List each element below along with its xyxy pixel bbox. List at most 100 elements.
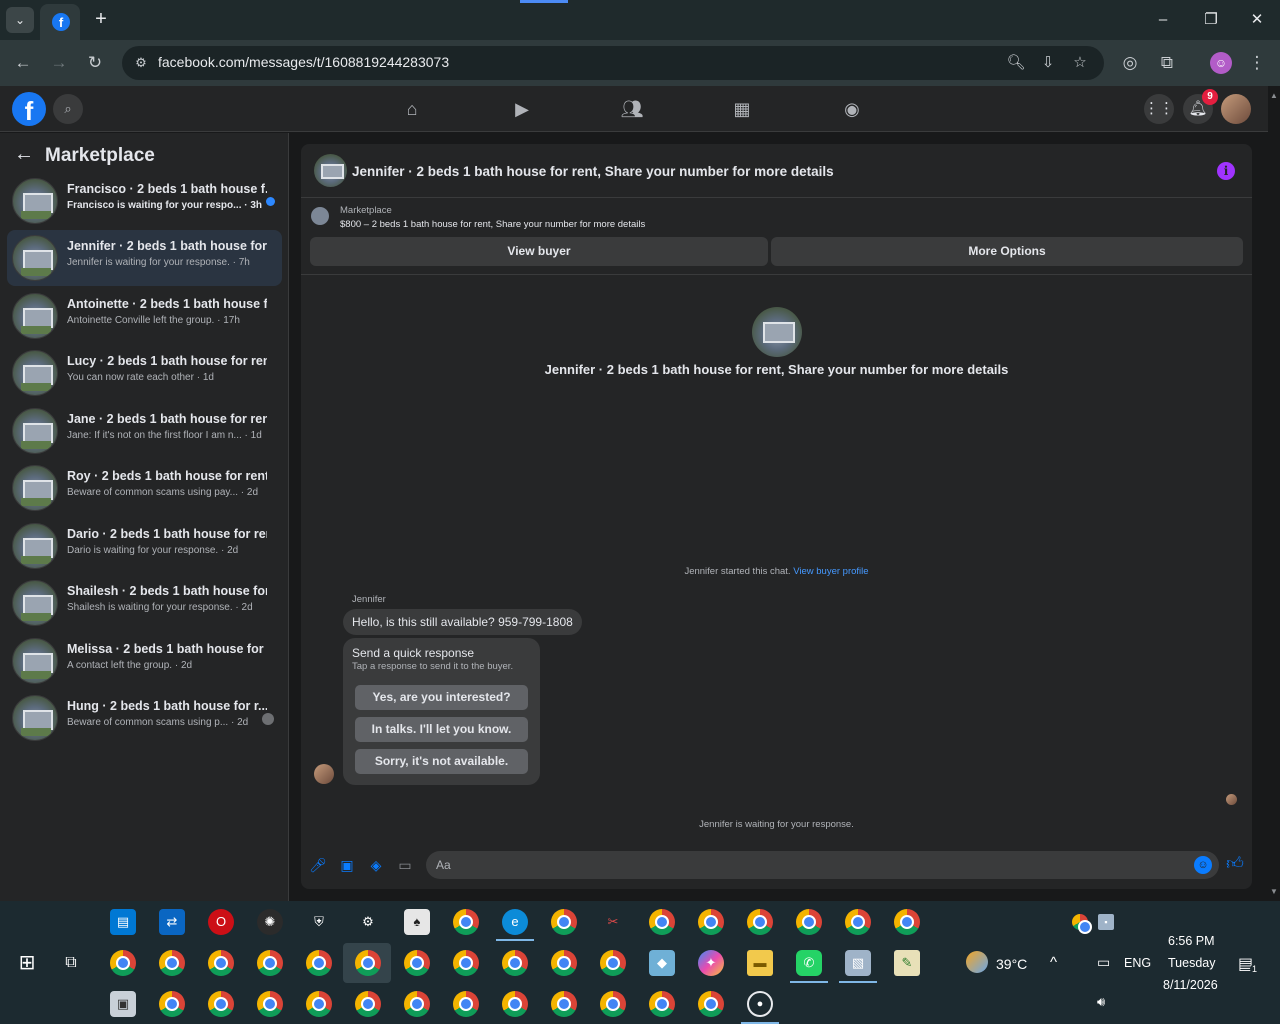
tray-chrome-icon[interactable] bbox=[1072, 914, 1092, 934]
app-icon[interactable]: ▣ bbox=[110, 991, 136, 1017]
chrome-icon[interactable] bbox=[698, 991, 724, 1017]
reload-icon[interactable]: ↻ bbox=[83, 51, 107, 75]
chrome-icon[interactable] bbox=[453, 950, 479, 976]
conversation-item[interactable]: Jane · 2 beds 1 bath house for rent... J… bbox=[7, 403, 282, 459]
active-tab[interactable]: f bbox=[40, 4, 80, 40]
bookmark-star-icon[interactable]: ☆ bbox=[1070, 53, 1090, 73]
back-arrow-icon[interactable]: ← bbox=[11, 51, 35, 75]
message-input[interactable] bbox=[426, 851, 1219, 879]
info-icon[interactable]: i bbox=[1217, 162, 1235, 180]
conversation-item[interactable]: Roy · 2 beds 1 bath house for rent, ... … bbox=[7, 460, 282, 516]
weather-temperature[interactable]: 39°C bbox=[996, 956, 1027, 972]
chrome-icon[interactable] bbox=[257, 950, 283, 976]
chrome-icon[interactable] bbox=[110, 950, 136, 976]
weather-icon[interactable] bbox=[966, 951, 988, 973]
page-scrollbar[interactable]: ▲ ▼ bbox=[1268, 86, 1280, 901]
conversation-item-active[interactable]: Jennifer · 2 beds 1 bath house for r... … bbox=[7, 230, 282, 286]
url-text[interactable]: facebook.com/messages/t/1608819244283073 bbox=[158, 54, 449, 70]
gif-icon[interactable]: ▭ bbox=[396, 856, 414, 874]
conversation-item[interactable]: Dario · 2 beds 1 bath house for ren... D… bbox=[7, 518, 282, 574]
opera-icon[interactable]: O bbox=[208, 909, 234, 935]
chrome-icon[interactable] bbox=[747, 909, 773, 935]
photo-icon[interactable]: ▣ bbox=[338, 856, 356, 874]
site-info-icon[interactable]: ⚙ bbox=[132, 54, 150, 72]
facebook-logo[interactable]: f bbox=[12, 92, 46, 126]
volume-icon[interactable]: 🔊︎ bbox=[1097, 994, 1105, 1010]
snipping-tool-icon[interactable]: ✂ bbox=[600, 909, 626, 935]
quick-response-button[interactable]: Sorry, it's not available. bbox=[355, 749, 528, 774]
chrome-icon[interactable] bbox=[404, 991, 430, 1017]
chrome-icon[interactable] bbox=[502, 950, 528, 976]
tab-search-button[interactable]: ⌄ bbox=[6, 7, 34, 33]
security-shield-icon[interactable]: ⛨ bbox=[306, 909, 332, 935]
quick-response-button[interactable]: In talks. I'll let you know. bbox=[355, 717, 528, 742]
quick-response-button[interactable]: Yes, are you interested? bbox=[355, 685, 528, 710]
chrome-icon[interactable] bbox=[551, 909, 577, 935]
chrome-icon[interactable] bbox=[257, 991, 283, 1017]
browser-menu-icon[interactable]: ⋮ bbox=[1245, 51, 1269, 75]
chrome-icon[interactable] bbox=[551, 950, 577, 976]
conversation-item[interactable]: Lucy · 2 beds 1 bath house for rent... Y… bbox=[7, 345, 282, 401]
windows-start-icon[interactable]: ⊞ bbox=[14, 950, 40, 976]
extensions-puzzle-icon[interactable]: ⧉ bbox=[1155, 51, 1179, 75]
solitaire-icon[interactable]: ♠ bbox=[404, 909, 430, 935]
conversation-item[interactable]: Antoinette · 2 beds 1 bath house f... An… bbox=[7, 288, 282, 344]
incoming-message[interactable]: Hello, is this still available? 959-799-… bbox=[343, 609, 582, 635]
video-icon[interactable]: ▶ bbox=[509, 97, 535, 121]
facebook-search-icon[interactable]: ⌕ bbox=[53, 94, 83, 124]
scroll-down-icon[interactable]: ▼ bbox=[1268, 886, 1280, 898]
chrome-icon[interactable] bbox=[453, 991, 479, 1017]
conversation-item[interactable]: Shailesh · 2 beds 1 bath house for ... S… bbox=[7, 575, 282, 631]
scroll-up-icon[interactable]: ▲ bbox=[1268, 90, 1280, 102]
tray-chevron-up-icon[interactable]: ^ bbox=[1050, 954, 1057, 971]
chrome-icon[interactable] bbox=[208, 950, 234, 976]
notepad-icon[interactable]: ✎ bbox=[894, 950, 920, 976]
new-tab-button[interactable]: + bbox=[90, 8, 112, 30]
tray-app-icon[interactable]: ▪ bbox=[1098, 914, 1114, 930]
chrome-icon[interactable] bbox=[845, 909, 871, 935]
chrome-icon[interactable] bbox=[600, 950, 626, 976]
conversation-item[interactable]: Hung · 2 beds 1 bath house for r... Bewa… bbox=[7, 690, 282, 746]
close-window-button[interactable]: ✕ bbox=[1242, 8, 1272, 32]
edge-icon[interactable]: e bbox=[502, 909, 528, 935]
clock-day[interactable]: Tuesday bbox=[1168, 956, 1215, 970]
marketplace-icon[interactable]: ▦ bbox=[729, 97, 755, 121]
sticker-icon[interactable]: ◈ bbox=[367, 856, 385, 874]
chrome-icon[interactable] bbox=[600, 991, 626, 1017]
install-app-icon[interactable]: ⇩ bbox=[1038, 53, 1058, 73]
globe-extension-icon[interactable]: ◎ bbox=[1118, 51, 1142, 75]
settings-gear-icon[interactable]: ⚙ bbox=[355, 909, 381, 935]
conversation-item[interactable]: Melissa · 2 beds 1 bath house for r... A… bbox=[7, 633, 282, 689]
gaming-icon[interactable]: ◉ bbox=[839, 97, 865, 121]
chrome-icon[interactable] bbox=[453, 909, 479, 935]
back-arrow-icon[interactable]: ← bbox=[14, 143, 36, 165]
chrome-icon[interactable] bbox=[159, 950, 185, 976]
chrome-icon[interactable] bbox=[404, 950, 430, 976]
copilot-icon[interactable]: ✦ bbox=[698, 950, 724, 976]
account-avatar[interactable] bbox=[1221, 94, 1251, 124]
listing-summary[interactable]: Marketplace $800 – 2 beds 1 bath house f… bbox=[301, 199, 1252, 235]
chatgpt-icon[interactable]: ✺ bbox=[257, 909, 283, 935]
photos-app-icon[interactable]: ▧ bbox=[845, 950, 871, 976]
thumbs-up-icon[interactable]: 👍︎ bbox=[1225, 854, 1245, 874]
chrome-icon[interactable] bbox=[306, 950, 332, 976]
view-buyer-button[interactable]: View buyer bbox=[310, 237, 768, 266]
chat-title[interactable]: Jennifer · 2 beds 1 bath house for rent,… bbox=[352, 164, 834, 179]
chrome-icon[interactable] bbox=[208, 991, 234, 1017]
conversation-item[interactable]: Francisco · 2 beds 1 bath house f... Fra… bbox=[7, 173, 282, 229]
notes-app-icon[interactable]: ◆ bbox=[649, 950, 675, 976]
remote-app-icon[interactable]: ⇄ bbox=[159, 909, 185, 935]
chrome-icon[interactable] bbox=[649, 991, 675, 1017]
chrome-icon[interactable] bbox=[355, 950, 381, 976]
chrome-icon[interactable] bbox=[502, 991, 528, 1017]
network-icon[interactable]: ▭ bbox=[1097, 954, 1110, 971]
chrome-icon[interactable] bbox=[894, 909, 920, 935]
menu-grid-icon[interactable]: ⋮⋮ bbox=[1144, 94, 1174, 124]
chrome-icon[interactable] bbox=[551, 991, 577, 1017]
chrome-icon[interactable] bbox=[698, 909, 724, 935]
chrome-icon[interactable] bbox=[159, 991, 185, 1017]
view-buyer-profile-link[interactable]: View buyer profile bbox=[793, 566, 868, 577]
minimize-button[interactable]: – bbox=[1148, 8, 1178, 32]
task-view-icon[interactable]: ⧉ bbox=[58, 950, 84, 976]
chrome-icon[interactable] bbox=[355, 991, 381, 1017]
